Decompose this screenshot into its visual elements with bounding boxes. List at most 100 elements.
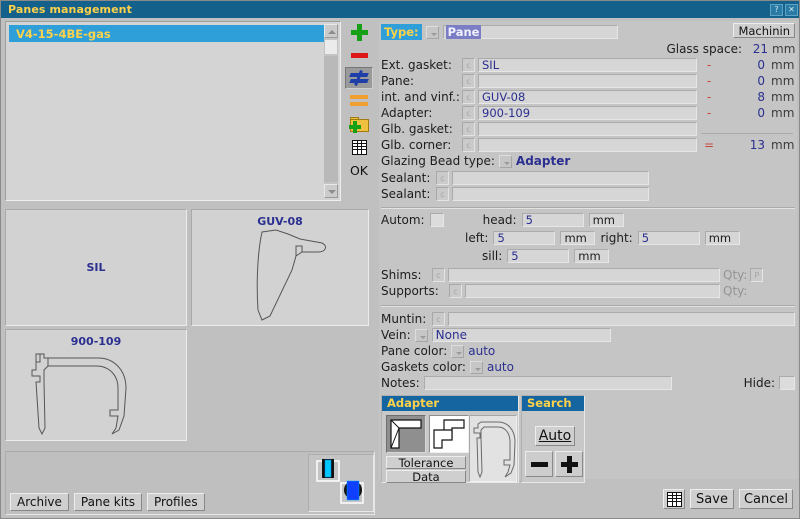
- adapter-input[interactable]: 900-109: [478, 106, 697, 120]
- adapter-swatch-step[interactable]: [429, 415, 469, 453]
- preview-tile-sil[interactable]: SIL: [5, 209, 187, 326]
- sill-unit: mm: [578, 249, 601, 263]
- close-icon[interactable]: ✕: [785, 3, 798, 16]
- data-button[interactable]: Data: [386, 470, 466, 484]
- left-value: 5: [497, 231, 505, 245]
- glb-gasket-input[interactable]: [478, 122, 697, 136]
- not-equal-icon[interactable]: [345, 67, 373, 89]
- sealant-2-label: Sealant:: [381, 187, 431, 201]
- pane-color-dropdown-arrow[interactable]: [451, 344, 465, 358]
- section-divider-1-light: [381, 208, 795, 209]
- save-button[interactable]: Save: [690, 489, 734, 509]
- glb-gasket-picker[interactable]: c: [462, 122, 475, 136]
- sealant-2-picker[interactable]: c: [436, 187, 449, 201]
- title-bar: Panes management ? ✕: [1, 1, 799, 18]
- machining-button[interactable]: Machinin: [733, 23, 795, 38]
- window-title: Panes management: [8, 3, 132, 16]
- sealant-1-picker[interactable]: c: [436, 171, 449, 185]
- left-unit-box: mm: [560, 231, 596, 245]
- muntin-picker[interactable]: c: [432, 312, 445, 326]
- glb-corner-picker[interactable]: c: [462, 138, 475, 152]
- adapter-label: Adapter:: [381, 106, 433, 120]
- tab-archive[interactable]: Archive: [10, 493, 69, 511]
- glb-corner-input[interactable]: [478, 138, 697, 152]
- search-stepper: [525, 451, 583, 477]
- sealant-1-input[interactable]: [452, 171, 649, 185]
- left-input[interactable]: 5: [493, 231, 556, 245]
- head-unit: mm: [592, 213, 616, 227]
- int-vinf-value: GUV-08: [482, 90, 526, 104]
- horizontal-pane-icon[interactable]: [339, 479, 367, 505]
- shims-row: Shims: c Qty: P: [381, 268, 795, 282]
- glb-gasket-row: Glb. gasket: c: [381, 122, 697, 136]
- cancel-label: Cancel: [743, 491, 789, 507]
- notes-input[interactable]: [423, 376, 672, 390]
- add-icon[interactable]: [345, 21, 373, 43]
- save-label: Save: [696, 491, 728, 507]
- search-group: Search Auto: [521, 395, 585, 483]
- gaskets-color-row: Gaskets color: auto: [381, 360, 514, 374]
- adapter-swatch-corner-selected[interactable]: [386, 415, 426, 453]
- vein-input[interactable]: None: [431, 328, 611, 342]
- auto-button[interactable]: Auto: [535, 426, 575, 446]
- adapter-profile-preview[interactable]: [469, 415, 517, 482]
- add-folder-icon[interactable]: [345, 113, 373, 135]
- vein-dropdown-arrow[interactable]: [414, 328, 428, 342]
- tab-profiles[interactable]: Profiles: [147, 493, 205, 511]
- tab-pane-kits[interactable]: Pane kits: [73, 493, 142, 511]
- preview-tile-guv08[interactable]: GUV-08: [191, 209, 369, 326]
- glass-space-label: Glass space:: [666, 42, 742, 56]
- type-dropdown-arrow[interactable]: [425, 25, 439, 39]
- sealant-2-input[interactable]: [452, 187, 649, 201]
- bottom-left-bar: Archive Pane kits Profiles: [5, 451, 375, 515]
- gaskets-color-dropdown-arrow[interactable]: [469, 360, 483, 374]
- ext-gasket-label: Ext. gasket:: [381, 58, 452, 72]
- ext-gasket-amount-row: - 0 mm: [697, 58, 795, 72]
- supports-input[interactable]: [465, 284, 720, 298]
- ext-gasket-input[interactable]: SIL: [478, 58, 697, 72]
- int-vinf-amount-row: - 8 mm: [697, 90, 795, 104]
- help-icon[interactable]: ?: [770, 3, 783, 16]
- search-minus-button[interactable]: [525, 451, 553, 477]
- shims-input[interactable]: [448, 268, 720, 282]
- sealant-1-row: Sealant: c: [381, 171, 649, 185]
- right-input[interactable]: 5: [637, 231, 700, 245]
- equal-icon[interactable]: [345, 90, 373, 112]
- cancel-button[interactable]: Cancel: [739, 489, 793, 509]
- muntin-input[interactable]: [448, 312, 795, 326]
- panes-list[interactable]: V4-15-4BE-gas: [5, 21, 341, 201]
- int-vinf-picker[interactable]: c: [462, 90, 475, 104]
- remove-icon[interactable]: [345, 44, 373, 66]
- pane-input[interactable]: [478, 74, 697, 88]
- int-vinf-input[interactable]: GUV-08: [478, 90, 697, 104]
- scrollbar-track[interactable]: [324, 56, 338, 182]
- scroll-up-icon[interactable]: [324, 24, 338, 38]
- table-icon[interactable]: [663, 489, 685, 509]
- list-scrollbar[interactable]: [324, 24, 338, 198]
- ok-button[interactable]: OK: [345, 159, 373, 181]
- glb-corner-operator: =: [703, 138, 715, 152]
- pane-properties-panel: Type: Pane Machinin Glass space: 21 mm E…: [379, 21, 797, 484]
- ext-gasket-picker[interactable]: c: [462, 58, 475, 72]
- search-plus-button[interactable]: [555, 451, 583, 477]
- hide-checkbox[interactable]: [779, 376, 795, 390]
- type-input[interactable]: Pane: [442, 25, 618, 39]
- scroll-down-icon[interactable]: [324, 184, 338, 198]
- scrollbar-thumb[interactable]: [324, 39, 338, 55]
- head-input[interactable]: 5: [521, 213, 584, 227]
- pane-picker[interactable]: c: [462, 74, 475, 88]
- list-item[interactable]: V4-15-4BE-gas: [9, 25, 337, 42]
- autom-checkbox[interactable]: [429, 213, 444, 227]
- glass-space-value: 21: [752, 42, 768, 56]
- shims-label: Shims:: [381, 268, 422, 282]
- supports-picker[interactable]: c: [449, 284, 462, 298]
- preview-tile-900-109[interactable]: 900-109: [5, 329, 187, 441]
- table-icon[interactable]: [345, 136, 373, 158]
- adapter-picker[interactable]: c: [462, 106, 475, 120]
- shims-qty-input[interactable]: P: [750, 268, 764, 282]
- sill-input[interactable]: 5: [507, 249, 570, 263]
- tolerance-button[interactable]: Tolerance: [386, 455, 466, 470]
- tolerance-label: Tolerance: [398, 455, 454, 470]
- glazing-bead-dropdown-arrow[interactable]: [498, 154, 512, 168]
- shims-picker[interactable]: c: [432, 268, 445, 282]
